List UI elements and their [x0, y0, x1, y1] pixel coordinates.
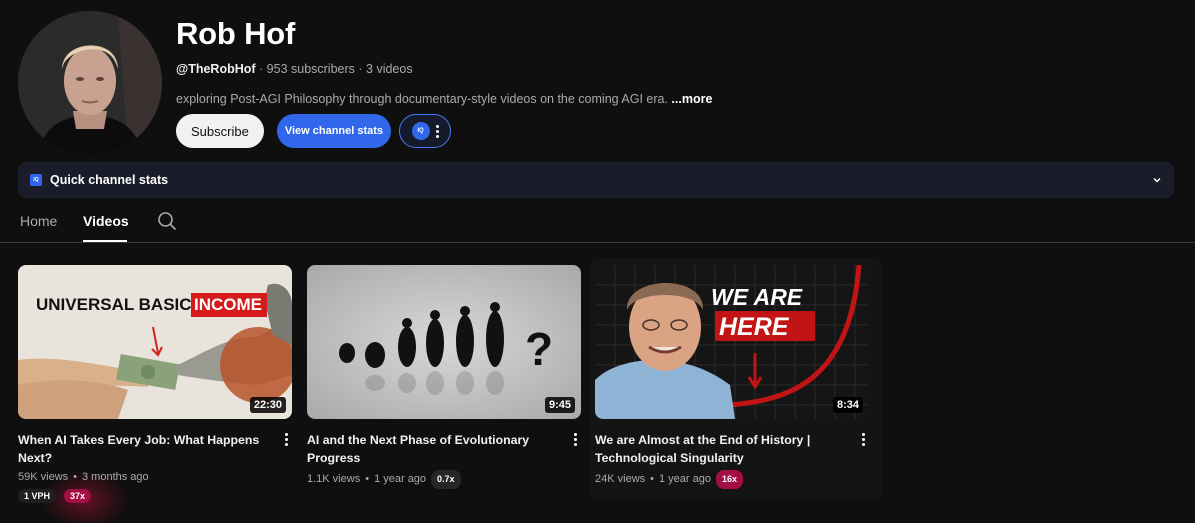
video-thumbnail[interactable]: UNIVERSAL BASIC INCOME 22:30	[18, 265, 292, 419]
video-thumbnail[interactable]: WE ARE HERE 8:34	[595, 265, 869, 419]
channel-name: Rob Hof	[176, 16, 296, 51]
video-metadata: 59K views • 3 months ago	[18, 471, 149, 483]
vph-badge: 1 VPH	[18, 489, 57, 503]
video-metadata: 24K views • 1 year ago 16x	[595, 470, 869, 489]
quick-channel-stats-bar[interactable]: IQ Quick channel stats	[18, 162, 1174, 198]
subscriber-count: · 953 subscribers	[259, 62, 355, 76]
channel-actions: Subscribe View channel stats IQ	[176, 114, 452, 148]
thumbnail-image: WE ARE HERE	[595, 265, 869, 419]
video-duration: 9:45	[544, 397, 575, 413]
video-title[interactable]: When AI Takes Every Job: What Happens Ne…	[18, 431, 264, 467]
video-title[interactable]: AI and the Next Phase of Evolutionary Pr…	[307, 431, 553, 467]
channel-meta: @TheRobHof · 953 subscribers · 3 videos	[176, 61, 712, 77]
channel-tabs: Home Videos	[0, 198, 1195, 243]
video-card[interactable]: UNIVERSAL BASIC INCOME 22:30 When AI Tak…	[18, 265, 292, 503]
view-count: 24K views	[595, 473, 646, 485]
upload-age: 1 year ago	[374, 473, 427, 485]
iq-menu-button[interactable]: IQ	[399, 114, 452, 148]
avatar-image	[18, 11, 162, 155]
svg-text:?: ?	[525, 323, 553, 375]
more-vert-icon[interactable]	[574, 433, 577, 446]
multiplier-badge: 16x	[715, 470, 744, 489]
video-duration: 8:34	[832, 397, 863, 413]
thumb-text-we-are: WE ARE	[711, 284, 803, 310]
more-vert-icon[interactable]	[862, 433, 865, 446]
channel-info: Rob Hof @TheRobHof · 953 subscribers · 3…	[176, 14, 712, 107]
tab-videos[interactable]: Videos	[83, 212, 129, 230]
subscribe-button[interactable]: Subscribe	[176, 114, 264, 148]
video-count: · 3 videos	[358, 62, 413, 76]
search-icon[interactable]	[157, 211, 177, 231]
iq-icon: IQ	[411, 122, 430, 140]
thumb-text-income: INCOME	[194, 295, 262, 314]
more-vert-icon	[435, 124, 439, 138]
video-card[interactable]: WE ARE HERE 8:34 We are Almost at the En…	[595, 265, 869, 489]
chevron-down-icon[interactable]	[1152, 175, 1162, 185]
tab-home[interactable]: Home	[20, 212, 57, 230]
thumbnail-image: ?	[307, 265, 581, 419]
upload-age: 3 months ago	[82, 471, 149, 483]
badge-row: 1 VPH 37x	[18, 489, 292, 503]
iq-icon: IQ	[30, 174, 42, 186]
thumb-text-ubi: UNIVERSAL BASIC	[36, 295, 192, 314]
video-duration: 22:30	[249, 397, 286, 413]
more-link[interactable]: ...more	[671, 92, 712, 106]
channel-avatar[interactable]	[18, 11, 162, 155]
multiplier-badge: 37x	[64, 489, 92, 503]
video-title[interactable]: We are Almost at the End of History | Te…	[595, 431, 841, 467]
thumbnail-image: UNIVERSAL BASIC INCOME	[18, 265, 292, 419]
video-thumbnail[interactable]: ? 9:45	[307, 265, 581, 419]
channel-description[interactable]: exploring Post-AGI Philosophy through do…	[176, 91, 712, 107]
channel-handle: @TheRobHof	[176, 62, 256, 76]
multiplier-badge: 0.7x	[431, 470, 461, 489]
description-text: exploring Post-AGI Philosophy through do…	[176, 92, 668, 106]
quick-stats-label: Quick channel stats	[50, 173, 169, 187]
active-tab-indicator	[83, 240, 127, 242]
more-vert-icon[interactable]	[285, 433, 288, 446]
thumb-text-here: HERE	[719, 313, 790, 341]
upload-age: 1 year ago	[659, 473, 711, 485]
view-channel-stats-button[interactable]: View channel stats	[276, 114, 392, 148]
video-card[interactable]: ? 9:45 AI and the Next Phase of Evolutio…	[307, 265, 581, 489]
view-count: 59K views	[18, 471, 69, 483]
view-count: 1.1K views	[307, 473, 361, 485]
video-metadata: 1.1K views • 1 year ago 0.7x	[307, 470, 581, 489]
